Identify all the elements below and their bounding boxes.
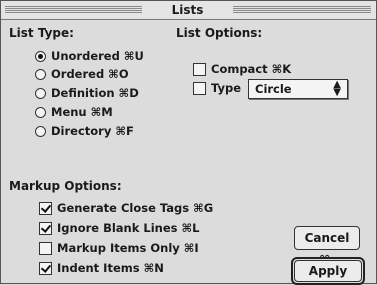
radio-button-icon[interactable] [35, 51, 46, 62]
checkbox-icon[interactable] [193, 82, 206, 95]
checkbox-label: Indent Items ⌘N [57, 261, 164, 275]
checkbox-checked-icon[interactable] [39, 262, 52, 275]
type-select-value: Circle [255, 82, 292, 96]
checkbox-checked-icon[interactable] [39, 202, 52, 215]
checkbox-label: Markup Items Only ⌘I [57, 241, 199, 255]
radio-label: Definition ⌘D [51, 86, 139, 100]
checkbox-label: Ignore Blank Lines ⌘L [57, 221, 200, 235]
checkbox-label: Type [211, 81, 242, 95]
title-bar-stripes-left [5, 5, 142, 14]
checkbox-checked-icon[interactable] [39, 222, 52, 235]
radio-label: Menu ⌘M [51, 105, 113, 119]
radio-label: Directory ⌘F [51, 124, 134, 138]
checkbox-label: Compact ⌘K [211, 62, 292, 76]
type-select[interactable]: Circle ▲ ▼ [248, 79, 348, 99]
radio-button-icon[interactable] [35, 88, 46, 99]
cancel-button[interactable]: Cancel ⌘. [294, 226, 360, 267]
list-options-label: List Options: [176, 26, 263, 40]
apply-button[interactable]: Apply [294, 260, 362, 282]
apply-button-default-ring[interactable]: Apply [291, 257, 365, 285]
markup-options-label: Markup Options: [9, 179, 122, 193]
checkbox-label: Generate Close Tags ⌘G [57, 201, 214, 215]
radio-button-icon[interactable] [35, 126, 46, 137]
radio-label: Unordered ⌘U [51, 49, 144, 63]
lists-dialog: Lists List Type: Unordered ⌘U Ordered ⌘O… [0, 0, 377, 285]
checkbox-icon[interactable] [193, 63, 206, 76]
up-down-arrows-icon: ▲ ▼ [333, 79, 341, 98]
title-bar[interactable]: Lists [1, 1, 376, 20]
title-bar-stripes-right [233, 5, 371, 14]
window-title: Lists [142, 2, 233, 18]
radio-button-icon[interactable] [35, 107, 46, 118]
checkbox-icon[interactable] [39, 242, 52, 255]
radio-button-icon[interactable] [35, 69, 46, 80]
list-type-label: List Type: [9, 26, 74, 40]
radio-label: Ordered ⌘O [51, 67, 129, 81]
